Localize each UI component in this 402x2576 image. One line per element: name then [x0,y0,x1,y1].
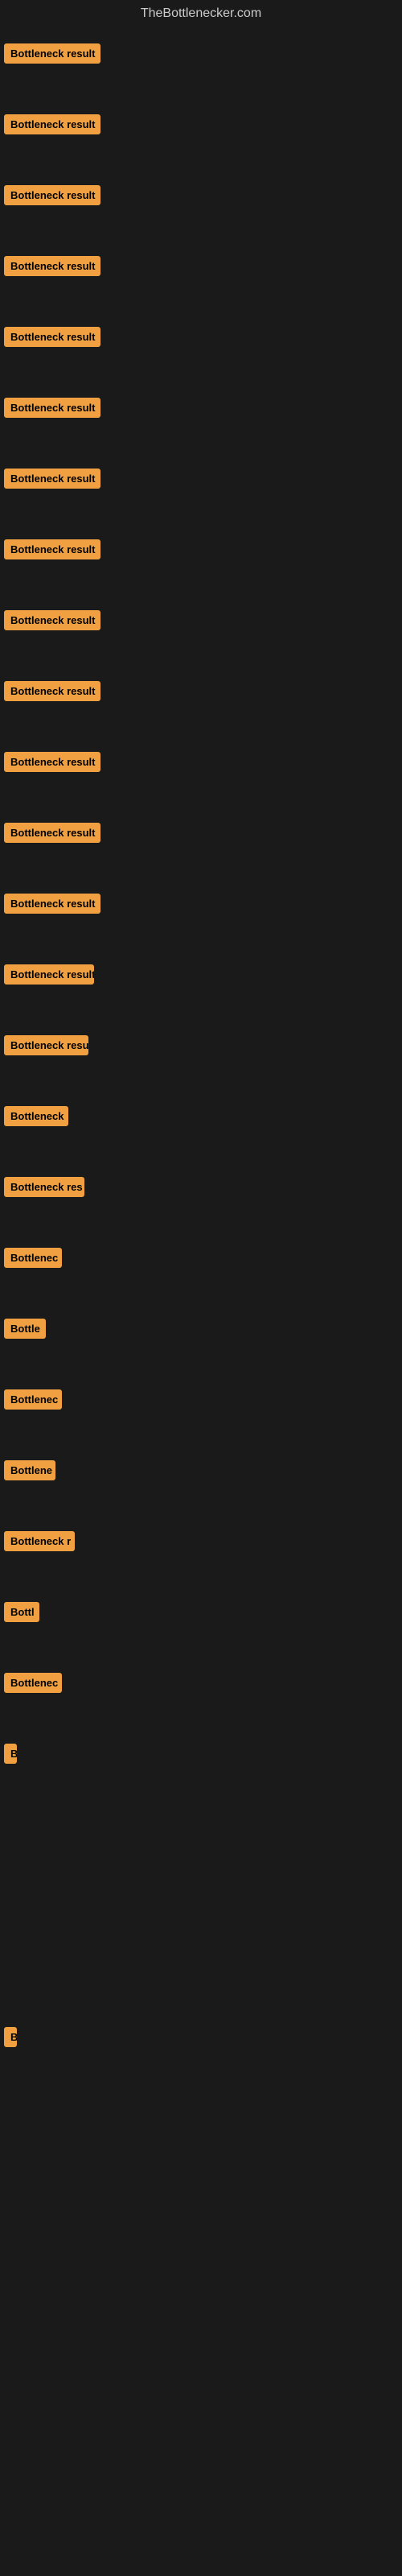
bottleneck-badge: Bottleneck result [4,327,100,347]
bottleneck-badge: B [4,2027,17,2047]
list-item: Bottleneck result [4,823,100,847]
bottleneck-badge: Bottlenec [4,1673,62,1693]
bottleneck-badge: Bottleneck [4,1106,68,1126]
site-title-text: TheBottlenecker.com [141,6,261,20]
list-item: Bottleneck result [4,681,100,705]
bottleneck-badge: Bottleneck result [4,469,100,489]
bottleneck-badge: Bottleneck result [4,185,100,205]
list-item: Bottleneck result [4,43,100,68]
bottleneck-badge: Bottlenec [4,1389,62,1410]
list-item: Bottleneck result [4,539,100,564]
bottleneck-badge: Bottleneck result [4,256,100,276]
site-header: TheBottlenecker.com [0,0,402,27]
bottleneck-badge: Bottleneck result [4,43,100,64]
list-item: Bottleneck res [4,1177,84,1201]
list-item: Bottl [4,1602,39,1626]
list-item: Bottlenec [4,1389,62,1414]
list-item: Bottleneck result [4,964,94,989]
list-item: Bottleneck result [4,469,100,493]
bottleneck-badge: Bottleneck result [4,894,100,914]
list-item: B [4,1744,17,1768]
bottleneck-badge: B [4,1744,17,1764]
bottleneck-badge: Bottleneck r [4,1531,75,1551]
list-item: Bottleneck result [4,327,100,351]
list-item: Bottleneck result [4,114,100,138]
bottleneck-badge: Bottleneck res [4,1177,84,1197]
bottleneck-badge: Bottlenec [4,1248,62,1268]
bottleneck-badge: Bottleneck result [4,539,100,559]
list-item: Bottleneck result [4,185,100,209]
list-item: Bottleneck r [4,1531,75,1555]
list-item: Bottleneck result [4,398,100,422]
list-item: Bottleneck result [4,752,100,776]
list-item: Bottlene [4,1460,55,1484]
bottleneck-badge: Bottleneck result [4,823,100,843]
bottleneck-badge: Bottle [4,1319,46,1339]
bottleneck-badge: Bottleneck resu [4,1035,88,1055]
bottleneck-badge: Bottleneck result [4,114,100,134]
bottleneck-badge: Bottleneck result [4,398,100,418]
bottleneck-badge: Bottl [4,1602,39,1622]
list-item: B [4,2027,17,2051]
list-item: Bottlenec [4,1248,62,1272]
items-container: Bottleneck result Bottleneck result Bottle… [0,27,402,2571]
list-item: Bottlenec [4,1673,62,1697]
list-item: Bottle [4,1319,46,1343]
list-item: Bottleneck [4,1106,68,1130]
list-item: Bottleneck resu [4,1035,88,1059]
bottleneck-badge: Bottleneck result [4,681,100,701]
bottleneck-badge: Bottlene [4,1460,55,1480]
list-item: Bottleneck result [4,256,100,280]
bottleneck-badge: Bottleneck result [4,610,100,630]
bottleneck-badge: Bottleneck result [4,964,94,985]
list-item: Bottleneck result [4,894,100,918]
bottleneck-badge: Bottleneck result [4,752,100,772]
list-item: Bottleneck result [4,610,100,634]
